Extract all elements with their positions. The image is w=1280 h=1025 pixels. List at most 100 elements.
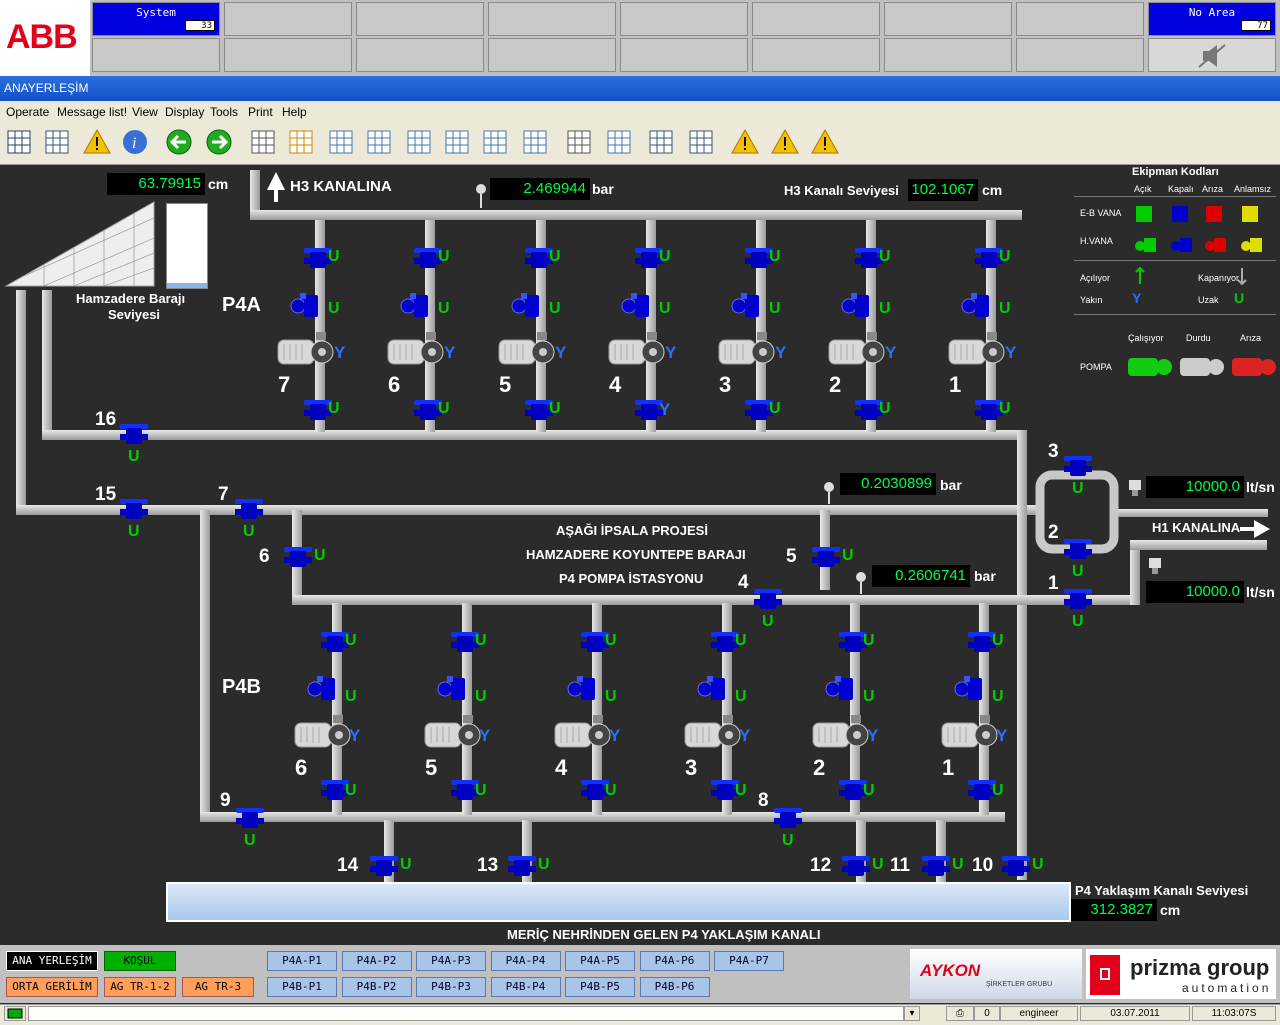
nav-p4a-p1[interactable]: P4A-P1 [267,951,337,971]
menu-operate[interactable]: Operate [6,105,49,119]
pump-motor[interactable] [683,715,745,755]
printer-icon[interactable]: ⎙ [946,1006,974,1021]
alarm-cell[interactable] [1016,38,1144,72]
nav-ag-tr-3[interactable]: AG TR-3 [182,977,254,997]
menu-print[interactable]: Print [248,105,273,119]
bars-icon[interactable] [42,127,72,157]
electric-valve[interactable] [368,852,400,878]
tree-icon[interactable] [442,127,472,157]
electric-valve[interactable] [1000,852,1032,878]
keyboard-icon[interactable] [564,127,594,157]
electric-valve[interactable] [772,804,804,830]
hand-valve[interactable] [511,292,543,318]
electric-valve[interactable] [920,852,952,878]
hand-valve[interactable] [290,292,322,318]
alarm-cell[interactable] [1016,2,1144,36]
electric-valve[interactable] [118,420,150,446]
alarm-cell[interactable] [356,2,484,36]
alarm-cell[interactable] [752,38,880,72]
pump-motor[interactable] [811,715,873,755]
pump-motor[interactable] [497,332,559,372]
nav-p4b-p1[interactable]: P4B-P1 [267,977,337,997]
pump-motor[interactable] [293,715,355,755]
alarm-cell[interactable] [224,38,352,72]
layout-icon[interactable] [686,127,716,157]
menu-display[interactable]: Display [165,105,204,119]
nav-p4b-p3[interactable]: P4B-P3 [416,977,486,997]
trend-icon[interactable] [364,127,394,157]
hand-valve[interactable] [400,292,432,318]
menu-message-list[interactable]: Message list! [57,105,127,119]
hand-valve[interactable] [567,675,599,701]
back-arrow-icon[interactable] [164,127,194,157]
electric-valve[interactable] [1062,535,1094,561]
electric-valve[interactable] [282,543,314,569]
table-icon[interactable] [326,127,356,157]
nav-p4b-p4[interactable]: P4B-P4 [490,977,561,997]
nav-ag-tr-1-2[interactable]: AG TR-1-2 [104,977,176,997]
pump-motor[interactable] [386,332,448,372]
globe-icon[interactable] [480,127,510,157]
electric-valve[interactable] [1062,585,1094,611]
grid-icon[interactable] [4,127,34,157]
electric-valve[interactable] [233,495,265,521]
alarm-cell[interactable] [92,38,220,72]
alarm-cell[interactable] [488,38,616,72]
electric-valve[interactable] [234,804,266,830]
nav-ana-yerlesim[interactable]: ANA YERLEŞİM [6,951,98,971]
pump-motor[interactable] [553,715,615,755]
chevron-down-icon[interactable]: ▾ [904,1006,920,1021]
nav-p4a-p3[interactable]: P4A-P3 [416,951,486,971]
info-icon[interactable]: i [120,127,150,157]
alarm-cell[interactable] [884,38,1012,72]
warning-icon[interactable] [82,127,112,157]
menu-view[interactable]: View [132,105,158,119]
nav-p4a-p5[interactable]: P4A-P5 [565,951,635,971]
alarm-cell[interactable] [224,2,352,36]
area-alarm-cell[interactable]: No Area 77 [1148,2,1276,36]
nav-p4a-p4[interactable]: P4A-P4 [490,951,561,971]
electric-valve[interactable] [1062,452,1094,478]
alarm-active-icon[interactable] [770,127,800,157]
pump-motor[interactable] [276,332,338,372]
alarm-ack-icon[interactable] [810,127,840,157]
chart-add-icon[interactable] [604,127,634,157]
mute-button[interactable] [1148,38,1276,72]
nav-kosul[interactable]: KOŞUL [104,951,176,971]
hand-valve[interactable] [437,675,469,701]
pump-motor[interactable] [717,332,779,372]
nav-p4a-p6[interactable]: P4A-P6 [639,951,710,971]
nav-p4a-p7[interactable]: P4A-P7 [714,951,784,971]
settings-icon[interactable] [520,127,550,157]
document-icon[interactable] [404,127,434,157]
clipboard-icon[interactable] [248,127,278,157]
alarm-cell[interactable] [620,38,748,72]
pump-motor[interactable] [827,332,889,372]
hand-valve[interactable] [621,292,653,318]
alarm-cell[interactable] [356,38,484,72]
system-alarm-cell[interactable]: System 33 [92,2,220,36]
nav-p4b-p6[interactable]: P4B-P6 [639,977,710,997]
hand-valve[interactable] [841,292,873,318]
nav-p4b-p2[interactable]: P4B-P2 [341,977,412,997]
menu-help[interactable]: Help [282,105,307,119]
alarm-cell[interactable] [752,2,880,36]
menu-tools[interactable]: Tools [210,105,238,119]
hand-valve[interactable] [731,292,763,318]
pump-motor[interactable] [423,715,485,755]
alarm-cell[interactable] [488,2,616,36]
nav-orta-gerilim[interactable]: ORTA GERİLİM [6,977,98,997]
hand-valve[interactable] [825,675,857,701]
electric-valve[interactable] [752,585,784,611]
electric-valve[interactable] [810,543,842,569]
alarm-cell[interactable] [884,2,1012,36]
electric-valve[interactable] [840,852,872,878]
alarm-list-icon[interactable] [730,127,760,157]
electric-valve[interactable] [118,495,150,521]
hand-valve[interactable] [961,292,993,318]
electric-valve[interactable] [506,852,538,878]
picture-icon[interactable] [286,127,316,157]
pump-motor[interactable] [607,332,669,372]
hand-valve[interactable] [954,675,986,701]
nav-p4a-p2[interactable]: P4A-P2 [341,951,412,971]
